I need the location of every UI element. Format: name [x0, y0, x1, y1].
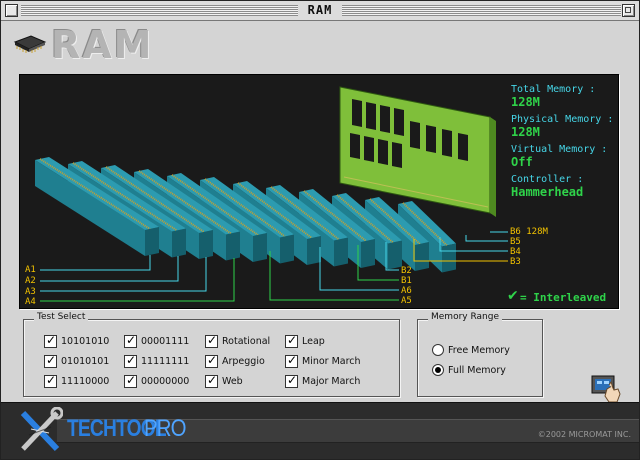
- radio-button[interactable]: [432, 364, 444, 376]
- checkbox-10101010[interactable]: 10101010: [44, 333, 110, 348]
- memory-range-group: Memory Range Free Memory Full Memory: [417, 312, 543, 397]
- ram-slot-end: [334, 237, 348, 267]
- checkbox-label: Arpeggio: [222, 355, 265, 367]
- memory-range-title: Memory Range: [428, 312, 502, 322]
- checkbox-11111111[interactable]: 11111111: [124, 353, 190, 368]
- checkbox-rotational[interactable]: Rotational: [205, 333, 271, 348]
- checkbox-arpeggio[interactable]: Arpeggio: [205, 353, 265, 368]
- bank-label-a3: A3: [25, 287, 36, 297]
- bank-label-b3: B3: [510, 257, 521, 267]
- ram-slot-end: [442, 243, 456, 273]
- checkbox-box[interactable]: [44, 373, 57, 388]
- bank-label-a4: A4: [25, 297, 36, 307]
- ram-slot-end: [280, 234, 294, 264]
- checkbox-box[interactable]: [124, 373, 137, 388]
- checkbox-label: 11110000: [61, 375, 110, 387]
- checkbox-label: Major March: [302, 375, 361, 387]
- ram-slot-end: [145, 227, 159, 256]
- radio-full-memory[interactable]: Full Memory: [432, 363, 506, 377]
- page-title: RAM: [51, 23, 154, 67]
- controller-value: Hammerhead: [511, 185, 584, 199]
- bank-label-a1: A1: [25, 265, 36, 275]
- bank-label-a6: A6: [401, 286, 412, 296]
- checkbox-label: 10101010: [61, 335, 110, 347]
- ram-slot-end: [199, 230, 213, 259]
- checkbox-box[interactable]: [44, 333, 57, 348]
- physical-memory-value: 128M: [511, 125, 540, 139]
- memory-display: Total Memory : 128M Physical Memory : 12…: [19, 74, 619, 309]
- footer-brand-bar: TECHTOOL PRO ©2002 MICROMAT INC.: [1, 402, 639, 459]
- bank-leader-line: [465, 235, 508, 242]
- checkbox-00000000[interactable]: 00000000: [124, 373, 190, 388]
- radio-label: Full Memory: [448, 364, 506, 376]
- checkmark-icon: ✔: [507, 288, 519, 304]
- bank-leader-line: [40, 258, 235, 302]
- radio-button[interactable]: [432, 344, 444, 356]
- virtual-memory-value: Off: [511, 155, 533, 169]
- checkbox-label: 11111111: [141, 355, 190, 367]
- checkbox-box[interactable]: [205, 353, 218, 368]
- checkbox-11110000[interactable]: 11110000: [44, 373, 110, 388]
- checkbox-label: Leap: [302, 335, 325, 347]
- brand-pro: PRO: [144, 415, 187, 442]
- bank-leader-line: [40, 255, 151, 271]
- bank-label-a2: A2: [25, 276, 36, 286]
- bank-label-b6: B6 128M: [510, 227, 548, 237]
- title-bar[interactable]: RAM: [1, 1, 639, 21]
- checkbox-web[interactable]: Web: [205, 373, 243, 388]
- ram-window: RAM RAM Total Memory: 128M Physical Mem…: [0, 0, 640, 460]
- close-box[interactable]: [5, 4, 18, 17]
- ram-slot-end: [361, 239, 375, 268]
- checkbox-major-march[interactable]: Major March: [285, 373, 361, 388]
- test-select-group: Test Select 10101010 01010101 11110000 0…: [23, 312, 400, 397]
- ram-slot-end: [253, 233, 267, 262]
- window-title: RAM: [298, 3, 342, 17]
- copyright-text: ©2002 MICROMAT INC.: [537, 430, 631, 439]
- bank-label-b4: B4: [510, 247, 521, 257]
- checkbox-label: 01010101: [61, 355, 110, 367]
- checkbox-box[interactable]: [205, 373, 218, 388]
- radio-free-memory[interactable]: Free Memory: [432, 343, 510, 357]
- ram-slot-end: [226, 231, 240, 261]
- dimm-module: [339, 86, 496, 217]
- bank-leader-line: [40, 257, 207, 292]
- zoom-box[interactable]: [622, 4, 635, 17]
- test-select-title: Test Select: [34, 312, 89, 322]
- total-memory-value: 128M: [511, 95, 540, 109]
- bank-label-b2: B2: [401, 266, 412, 276]
- wrench-screwdriver-logo-icon: [20, 407, 63, 452]
- checkbox-label: Web: [222, 375, 243, 387]
- bank-label-a5: A5: [401, 296, 412, 306]
- physical-memory-label: Physical Memory :: [511, 114, 614, 125]
- ram-slot-end: [415, 242, 429, 271]
- checkbox-box[interactable]: [285, 373, 298, 388]
- checkbox-label: Rotational: [222, 335, 271, 347]
- radio-label: Free Memory: [448, 344, 510, 356]
- checkbox-box[interactable]: [44, 353, 57, 368]
- checkbox-01010101[interactable]: 01010101: [44, 353, 110, 368]
- checkbox-box[interactable]: [205, 333, 218, 348]
- checkbox-00001111[interactable]: 00001111: [124, 333, 190, 348]
- checkbox-minor-march[interactable]: Minor March: [285, 353, 361, 368]
- bank-label-b5: B5: [510, 237, 521, 247]
- virtual-memory-label: Virtual Memory :: [511, 144, 608, 155]
- checkbox-label: 00000000: [141, 375, 190, 387]
- total-memory-label: Total Memory :: [511, 84, 596, 95]
- controller-label: Controller :: [511, 174, 584, 185]
- checkbox-box[interactable]: [285, 353, 298, 368]
- interleave-mode-label: = Interleaved: [520, 291, 607, 304]
- checkbox-box[interactable]: [124, 333, 137, 348]
- ram-slot-end: [388, 240, 402, 270]
- bank-leader-line: [40, 256, 179, 282]
- checkbox-box[interactable]: [124, 353, 137, 368]
- checkbox-label: 00001111: [141, 335, 190, 347]
- checkbox-box[interactable]: [285, 333, 298, 348]
- bank-label-b1: B1: [401, 276, 412, 286]
- checkbox-label: Minor March: [302, 355, 361, 367]
- ram-slot-end: [172, 228, 186, 258]
- ram-slot-end: [307, 236, 321, 265]
- run-test-button[interactable]: [591, 373, 623, 405]
- checkbox-leap[interactable]: Leap: [285, 333, 325, 348]
- memory-chip-icon: [13, 35, 47, 53]
